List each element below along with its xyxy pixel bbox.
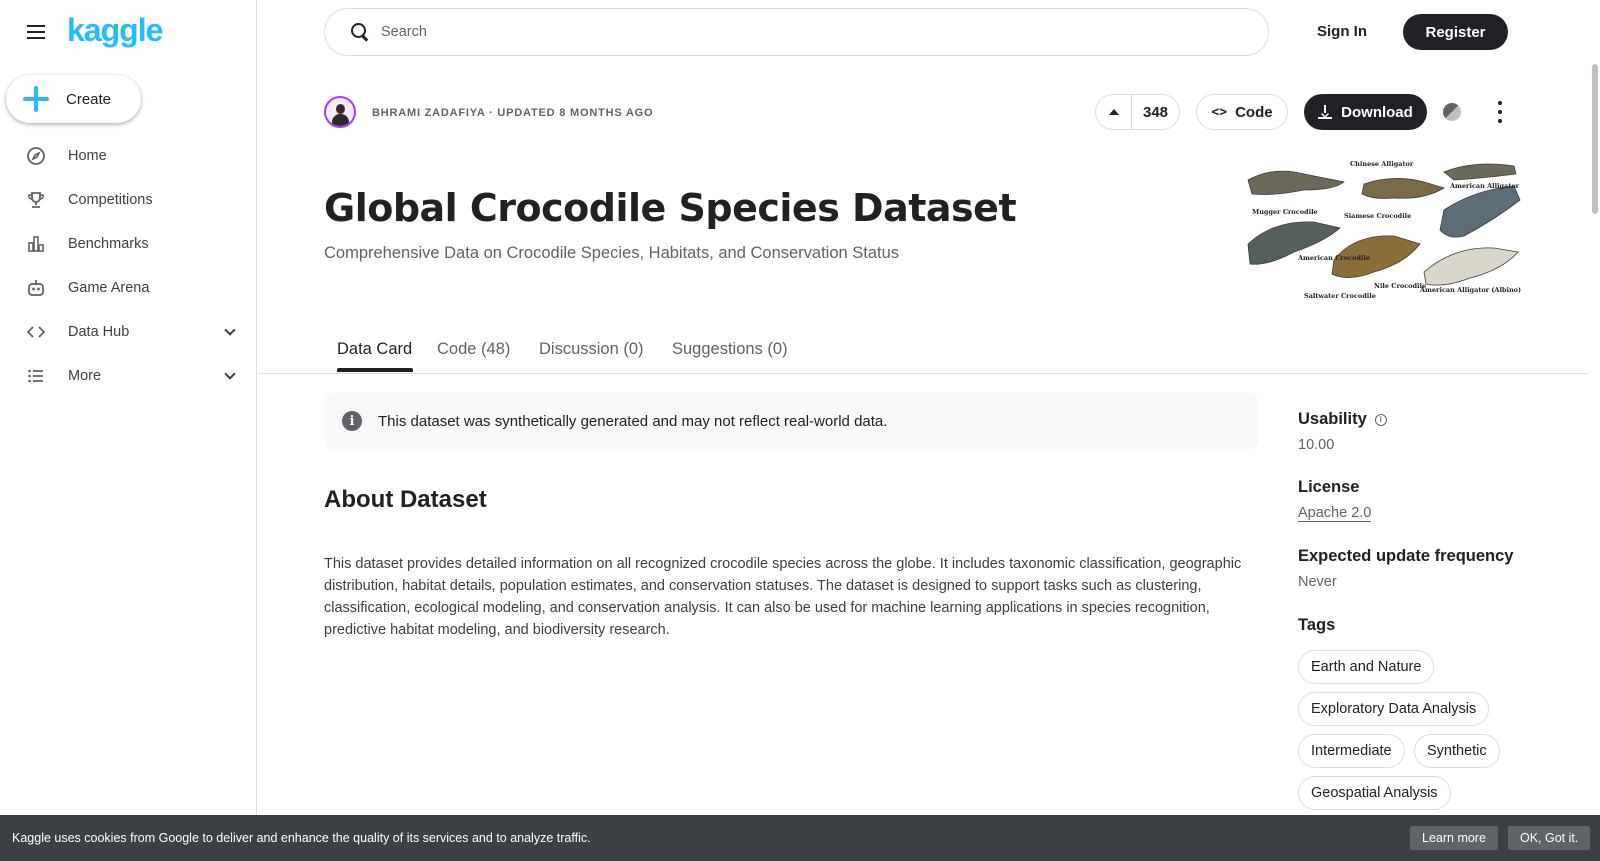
tab-suggestions[interactable]: Suggestions (0) [672, 340, 788, 359]
usability-label: Usability [1298, 410, 1367, 428]
tab-code[interactable]: Code (48) [437, 340, 510, 359]
tag-chip[interactable]: Intermediate [1298, 734, 1405, 768]
dataset-cover-image: Mugger Crocodile Chinese Alligator Ameri… [1244, 160, 1524, 300]
code-button-label: Code [1235, 103, 1273, 121]
frequency-value: Never [1298, 574, 1337, 590]
owner-line: BHRAMI ZADAFIYA · UPDATED 8 MONTHS AGO [372, 107, 654, 119]
bar-chart-icon [26, 234, 46, 254]
sidebar-item-competitions[interactable]: Competitions [0, 178, 256, 222]
sidebar-item-benchmarks[interactable]: Benchmarks [0, 222, 256, 266]
chevron-down-icon[interactable] [224, 324, 236, 336]
caret-up-icon [1108, 109, 1119, 115]
cover-label: Mugger Crocodile [1252, 208, 1318, 216]
license-link[interactable]: Apache 2.0 [1298, 505, 1372, 522]
menu-icon[interactable] [24, 20, 48, 44]
create-label: Create [66, 90, 112, 108]
code-icon: <> [1211, 104, 1228, 120]
synthetic-data-notice: i This dataset was synthetically generat… [324, 393, 1258, 449]
trophy-icon [26, 190, 46, 210]
cover-label: American Alligator [1449, 182, 1520, 190]
tag-chip[interactable]: Synthetic [1414, 734, 1500, 768]
usability-value: 10.00 [1298, 437, 1335, 453]
avatar[interactable] [324, 96, 356, 128]
notice-text: This dataset was synthetically generated… [378, 412, 888, 430]
upvote-control: 348 [1095, 94, 1180, 130]
code-button[interactable]: <> Code [1196, 94, 1288, 130]
tag-chip[interactable]: Earth and Nature [1298, 650, 1435, 684]
upvote-button[interactable] [1096, 95, 1132, 129]
cookie-text: Kaggle uses cookies from Google to deliv… [12, 831, 591, 845]
info-icon: i [342, 411, 362, 431]
sidebar-item-label: Data Hub [68, 324, 130, 340]
download-icon [1318, 105, 1333, 119]
contrast-icon[interactable] [1443, 103, 1461, 121]
learn-more-button[interactable]: Learn more [1410, 826, 1498, 850]
active-tab-indicator [337, 368, 413, 372]
sidebar: kaggle Create Home Competitions Benchmar… [0, 0, 257, 861]
cover-label: Nile Crocodile [1374, 282, 1426, 290]
download-button[interactable]: Download [1304, 94, 1427, 130]
tag-chip[interactable]: Exploratory Data Analysis [1298, 692, 1490, 726]
sidebar-item-label: Game Arena [68, 280, 150, 296]
more-options-icon[interactable] [1497, 101, 1503, 123]
page-subtitle: Comprehensive Data on Crocodile Species,… [324, 244, 900, 262]
cover-label: Siamese Crocodile [1344, 212, 1411, 220]
cover-label: Saltwater Crocodile [1304, 292, 1376, 300]
tags-label: Tags [1298, 616, 1336, 634]
search-bar[interactable] [324, 8, 1269, 56]
cover-label: American Alligator (Albino) [1419, 286, 1521, 294]
compass-icon [26, 146, 46, 166]
sidebar-item-home[interactable]: Home [0, 134, 256, 178]
frequency-label: Expected update frequency [1298, 547, 1514, 565]
search-icon [351, 23, 369, 41]
tags-heading-block: Tags [1298, 616, 1335, 635]
cover-label: American Crocodile [1297, 254, 1370, 262]
sidebar-item-label: More [68, 368, 102, 384]
sidebar-item-more[interactable]: More [0, 354, 256, 398]
sidebar-item-label: Home [68, 148, 107, 164]
about-heading: About Dataset [324, 486, 487, 513]
sign-in-button[interactable]: Sign In [1303, 20, 1381, 43]
sidebar-item-data-hub[interactable]: Data Hub [0, 310, 256, 354]
robot-icon [26, 278, 46, 298]
sidebar-item-game-arena[interactable]: Game Arena [0, 266, 256, 310]
accept-cookies-button[interactable]: OK, Got it. [1508, 826, 1591, 850]
list-icon [26, 366, 46, 386]
usability-block: Usability i 10.00 [1298, 410, 1387, 453]
dataset-tabs: Data Card Code (48) Discussion (0) Sugge… [258, 330, 1588, 374]
download-button-label: Download [1341, 103, 1413, 121]
code-icon [26, 322, 46, 342]
cover-label: Chinese Alligator [1350, 160, 1414, 168]
tag-chip[interactable]: Geospatial Analysis [1298, 776, 1451, 810]
page-title: Global Crocodile Species Dataset [324, 186, 1017, 230]
chevron-down-icon[interactable] [224, 368, 236, 380]
tab-data-card[interactable]: Data Card [337, 340, 412, 359]
kaggle-logo[interactable]: kaggle [67, 12, 163, 49]
license-label: License [1298, 478, 1360, 496]
create-button[interactable]: Create [6, 75, 141, 123]
license-block: License Apache 2.0 [1298, 478, 1372, 522]
sidebar-item-label: Competitions [68, 192, 153, 208]
info-icon[interactable]: i [1374, 413, 1387, 426]
scrollbar-thumb[interactable] [1592, 64, 1598, 214]
tab-discussion[interactable]: Discussion (0) [539, 340, 644, 359]
plus-icon [23, 86, 49, 112]
about-description: This dataset provides detailed informati… [324, 556, 1242, 638]
sidebar-nav: Home Competitions Benchmarks Game Arena … [0, 134, 256, 398]
sidebar-item-label: Benchmarks [68, 236, 149, 252]
upvote-count: 348 [1142, 103, 1169, 121]
cookie-banner: Kaggle uses cookies from Google to deliv… [0, 815, 1600, 861]
frequency-block: Expected update frequency Never [1298, 547, 1558, 590]
register-button[interactable]: Register [1403, 14, 1508, 50]
search-input[interactable] [381, 24, 1181, 40]
